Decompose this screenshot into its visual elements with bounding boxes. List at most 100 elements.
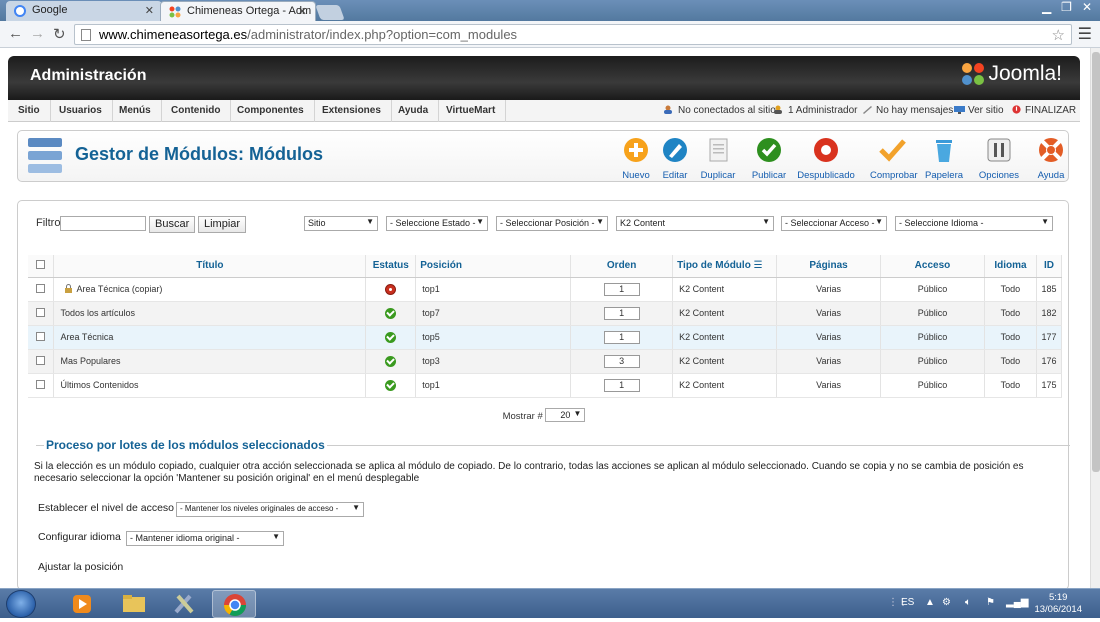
language-select[interactable]: - Seleccione Idioma - ▼ (895, 216, 1053, 231)
select-all-checkbox[interactable] (36, 259, 46, 269)
published-status-icon[interactable] (385, 379, 397, 391)
unpublish-button[interactable]: Despublicado (796, 136, 856, 181)
row-checkbox[interactable] (36, 379, 46, 389)
title-cell[interactable]: Area Técnica (53, 325, 367, 350)
access-select[interactable]: - Seleccionar Acceso - ▼ (781, 216, 887, 231)
title-cell[interactable]: Todos los artículos (53, 301, 367, 326)
client-select[interactable]: Sitio ▼ (304, 216, 378, 231)
col-order[interactable]: Orden (570, 255, 674, 278)
order-input[interactable]: 1 (603, 282, 640, 296)
duplicate-button[interactable]: Duplicar (696, 136, 740, 181)
menu-menus[interactable]: Menús (109, 100, 162, 122)
menu-componentes[interactable]: Componentes (227, 100, 315, 122)
limit-select[interactable]: 20 ▼ (545, 408, 586, 422)
start-button[interactable] (6, 590, 36, 618)
module-title-link[interactable]: Todos los artículos (60, 308, 135, 318)
help-button[interactable]: Ayuda (1029, 136, 1073, 181)
address-bar[interactable]: www.chimeneasortega.es/administrator/ind… (74, 24, 1072, 45)
chrome-task[interactable] (212, 590, 256, 618)
trash-button[interactable]: Papelera (922, 136, 966, 181)
col-access[interactable]: Acceso (880, 255, 985, 278)
tab-google[interactable]: Google ✕ (6, 1, 162, 21)
menu-sitio[interactable]: Sitio (8, 100, 51, 122)
input-language[interactable]: ES (901, 597, 914, 608)
module-title-link[interactable]: Mas Populares (60, 356, 120, 366)
title-cell[interactable]: Area Técnica (copiar) (53, 277, 367, 302)
col-pages[interactable]: Páginas (776, 255, 881, 278)
col-status[interactable]: Estatus (365, 255, 417, 278)
close-icon[interactable]: ✕ (145, 4, 154, 17)
volume-icon[interactable]: 🔈︎ (965, 597, 971, 608)
back-icon[interactable]: ← (8, 25, 23, 42)
col-position[interactable]: Posición (415, 255, 572, 278)
table-row[interactable]: Area Técnica (copiar) top1 1 K2 Content … (28, 277, 1063, 302)
taskbar-clock[interactable]: 5:19 13/06/2014 (1034, 592, 1082, 616)
network-signal-icon[interactable]: ▂▄▆ (1006, 597, 1028, 608)
tools-task[interactable] (162, 590, 206, 618)
module-title-link[interactable]: Area Técnica (60, 332, 113, 342)
module-type-select[interactable]: K2 Content ▼ (616, 216, 774, 231)
tab-joomla-admin[interactable]: Chimeneas Ortega - Adm ✕ (160, 1, 316, 21)
state-select[interactable]: - Seleccione Estado - ▼ (386, 216, 488, 231)
batch-access-select[interactable]: - Mantener los niveles originales de acc… (176, 502, 364, 517)
row-checkbox[interactable] (36, 283, 46, 293)
browser-menu-icon[interactable]: ☰ (1078, 24, 1092, 44)
published-status-icon[interactable] (385, 307, 397, 319)
restore-icon[interactable]: ❐ (1061, 0, 1072, 14)
order-input[interactable]: 1 (603, 330, 640, 344)
title-cell[interactable]: Mas Populares (53, 349, 367, 374)
media-player-task[interactable] (60, 590, 104, 618)
unpublished-status-icon[interactable] (385, 283, 397, 295)
status-not-connected[interactable]: No conectados al sitio (664, 105, 776, 116)
col-title[interactable]: Título (53, 255, 367, 278)
status-admins[interactable]: 1 Administrador (774, 105, 857, 116)
order-input[interactable]: 1 (603, 378, 640, 392)
menu-contenido[interactable]: Contenido (161, 100, 232, 122)
close-window-icon[interactable]: ✕ (1082, 0, 1092, 14)
clear-button[interactable]: Limpiar (198, 216, 247, 233)
reload-icon[interactable]: ↻ (53, 25, 66, 43)
menu-virtuemart[interactable]: VirtueMart (436, 100, 507, 122)
publish-button[interactable]: Publicar (747, 136, 791, 181)
page-scrollbar[interactable] (1090, 48, 1100, 588)
module-title-link[interactable]: Area Técnica (copiar) (76, 284, 162, 294)
menu-extensiones[interactable]: Extensiones (312, 100, 392, 122)
search-button[interactable]: Buscar (149, 216, 196, 233)
batch-language-select[interactable]: - Mantener idioma original - ▼ (126, 531, 284, 546)
row-checkbox[interactable] (36, 307, 46, 317)
checkin-button[interactable]: Comprobar (870, 136, 918, 181)
order-input[interactable]: 1 (603, 306, 640, 320)
module-title-link[interactable]: Últimos Contenidos (60, 380, 138, 390)
col-module-type[interactable]: Tipo de Módulo ☰ (672, 255, 778, 278)
close-icon[interactable]: ✕ (298, 5, 307, 18)
action-center-icon[interactable]: ⚑ (986, 597, 995, 608)
row-checkbox[interactable] (36, 331, 46, 341)
logout-link[interactable]: FINALIZAR (1011, 105, 1076, 116)
menu-ayuda[interactable]: Ayuda (388, 100, 440, 122)
status-messages[interactable]: No hay mensajes (862, 105, 953, 116)
options-button[interactable]: Opciones (977, 136, 1021, 181)
view-site-link[interactable]: Ver sitio (954, 105, 1004, 116)
row-checkbox[interactable] (36, 355, 46, 365)
position-select[interactable]: - Seleccionar Posición - ▼ (496, 216, 608, 231)
table-row[interactable]: Últimos Contenidos top1 1 K2 Content Var… (28, 373, 1063, 398)
published-status-icon[interactable] (385, 331, 397, 343)
col-language[interactable]: Idioma (984, 255, 1037, 278)
explorer-task[interactable] (112, 590, 156, 618)
published-status-icon[interactable] (385, 355, 397, 367)
tray-expand-icon[interactable]: ▲ (925, 597, 935, 608)
filter-search-input[interactable] (60, 216, 146, 231)
edit-button[interactable]: Editar (653, 136, 697, 181)
table-row[interactable]: Mas Populares top3 3 K2 Content Varias P… (28, 349, 1063, 374)
new-button[interactable]: Nuevo (614, 136, 658, 181)
new-tab-button[interactable] (315, 5, 345, 20)
forward-icon[interactable]: → (30, 25, 45, 42)
table-row[interactable]: Todos los artículos top7 1 K2 Content Va… (28, 301, 1063, 326)
network-settings-icon[interactable]: ⚙ (942, 597, 951, 608)
order-input[interactable]: 3 (603, 354, 640, 368)
title-cell[interactable]: Últimos Contenidos (53, 373, 367, 398)
minimize-icon[interactable]: ▁ (1042, 0, 1051, 14)
bookmark-star-icon[interactable]: ☆ (1052, 26, 1065, 44)
col-id[interactable]: ID (1036, 255, 1063, 278)
scrollbar-thumb[interactable] (1092, 52, 1100, 472)
